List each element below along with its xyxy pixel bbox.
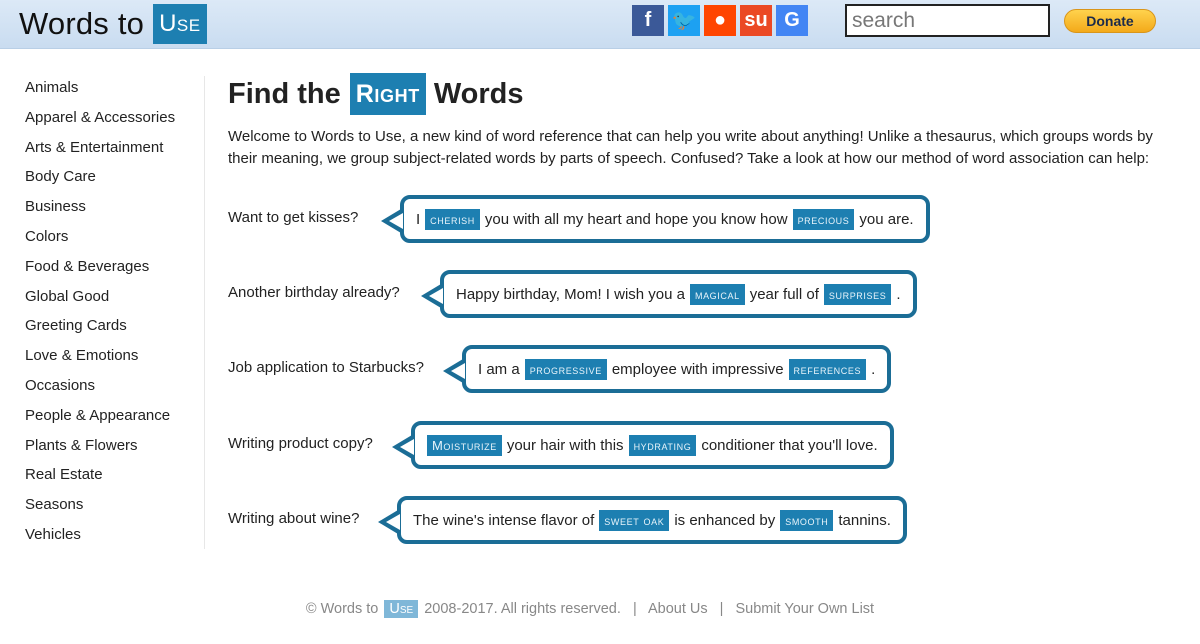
keyword-link[interactable]: surprises [823, 283, 892, 305]
sidebar-item-body-care[interactable]: Body Care [25, 165, 204, 195]
stumbleupon-icon[interactable]: su [740, 5, 772, 36]
example-question: Writing product copy? [228, 435, 373, 452]
example-row: Writing product copy? Moisturize your ha… [228, 421, 1178, 471]
facebook-icon[interactable]: f [632, 5, 664, 36]
keyword-link[interactable]: cherish [425, 208, 480, 230]
keyword-link[interactable]: smooth [780, 509, 834, 531]
logo-text: Words to [19, 6, 145, 41]
example-text: is enhanced by [674, 511, 776, 529]
twitter-icon[interactable]: 🐦 [668, 5, 700, 36]
page-title: Find the Right Words [228, 72, 1178, 116]
example-row: Another birthday already? Happy birthday… [228, 270, 1178, 320]
footer-separator: | [719, 601, 724, 617]
example-question: Want to get kisses? [228, 209, 359, 226]
title-suffix: Words [433, 77, 524, 110]
title-prefix: Find the [228, 77, 341, 110]
sidebar-item-colors[interactable]: Colors [25, 225, 204, 255]
example-bubble: I am a progressive employee with impress… [442, 345, 892, 393]
example-question: Writing about wine? [228, 510, 360, 527]
donate-button[interactable]: Donate [1064, 9, 1156, 33]
google-icon[interactable]: G [776, 5, 808, 36]
example-bubble: Happy birthday, Mom! I wish you a magica… [421, 270, 917, 318]
main-content: Find the Right Words Welcome to Words to… [228, 72, 1178, 544]
intro-text: Welcome to Words to Use, a new kind of w… [228, 128, 1153, 167]
example-row: Writing about wine? The wine's intense f… [228, 496, 1178, 546]
example-text: The wine's intense flavor of [413, 511, 595, 529]
sidebar-item-greeting-cards[interactable]: Greeting Cards [25, 314, 204, 344]
social-share-bar: f 🐦 ● su G [632, 5, 808, 36]
about-us-link[interactable]: About Us [648, 601, 708, 617]
keyword-link[interactable]: magical [689, 283, 745, 305]
sidebar-item-plants[interactable]: Plants & Flowers [25, 434, 204, 464]
sidebar-item-business[interactable]: Business [25, 195, 204, 225]
example-text: your hair with this [506, 436, 624, 454]
sidebar-item-vehicles[interactable]: Vehicles [25, 523, 204, 553]
example-text: conditioner that you'll love. [701, 436, 878, 454]
title-badge: Right [349, 73, 426, 115]
logo-badge: Use [153, 4, 207, 44]
sidebar-item-food[interactable]: Food & Beverages [25, 255, 204, 285]
copyright-prefix: © Words to [305, 601, 379, 617]
example-text: I am a [478, 360, 520, 378]
keyword-link[interactable]: Moisturize [427, 434, 502, 456]
example-text: you with all my heart and hope you know … [484, 210, 788, 228]
site-logo[interactable]: Words to Use [19, 4, 207, 44]
keyword-link[interactable]: precious [792, 208, 855, 230]
sidebar-item-occasions[interactable]: Occasions [25, 374, 204, 404]
example-row: Job application to Starbucks? I am a pro… [228, 345, 1178, 395]
example-text: you are. [859, 210, 914, 228]
keyword-link[interactable]: progressive [524, 358, 607, 380]
example-question: Job application to Starbucks? [228, 359, 424, 376]
example-text: Happy birthday, Mom! I wish you a [456, 285, 685, 303]
category-sidebar: Animals Apparel & Accessories Arts & Ent… [25, 76, 205, 549]
example-text: employee with impressive [611, 360, 784, 378]
keyword-link[interactable]: hydrating [628, 434, 697, 456]
example-text: . [871, 360, 876, 378]
footer-separator: | [632, 601, 637, 617]
example-text: . [896, 285, 901, 303]
site-header: Words to Use f 🐦 ● su G Donate [0, 0, 1200, 49]
sidebar-item-people[interactable]: People & Appearance [25, 404, 204, 434]
sidebar-item-real-estate[interactable]: Real Estate [25, 463, 204, 493]
reddit-icon[interactable]: ● [704, 5, 736, 36]
sidebar-item-love[interactable]: Love & Emotions [25, 344, 204, 374]
example-bubble: Moisturize your hair with this hydrating… [392, 421, 894, 469]
keyword-link[interactable]: references [788, 358, 867, 380]
submit-list-link[interactable]: Submit Your Own List [735, 601, 874, 617]
example-bubble: I cherish you with all my heart and hope… [381, 195, 930, 243]
example-text: tannins. [838, 511, 891, 529]
sidebar-item-animals[interactable]: Animals [25, 76, 204, 106]
site-footer: © Words to Use 2008-2017. All rights res… [0, 600, 1180, 618]
copyright-suffix: 2008-2017. All rights reserved. [424, 601, 621, 617]
sidebar-item-apparel[interactable]: Apparel & Accessories [25, 106, 204, 136]
copyright-badge: Use [384, 600, 419, 618]
example-question: Another birthday already? [228, 284, 400, 301]
sidebar-item-arts[interactable]: Arts & Entertainment [25, 136, 204, 166]
search-input[interactable] [845, 4, 1050, 37]
example-bubble: The wine's intense flavor of sweet oak i… [378, 496, 907, 544]
example-text: year full of [749, 285, 819, 303]
example-row: Want to get kisses? I cherish you with a… [228, 195, 1178, 245]
sidebar-item-global-good[interactable]: Global Good [25, 285, 204, 315]
example-text: I [416, 210, 421, 228]
keyword-link[interactable]: sweet oak [599, 509, 670, 531]
sidebar-item-seasons[interactable]: Seasons [25, 493, 204, 523]
